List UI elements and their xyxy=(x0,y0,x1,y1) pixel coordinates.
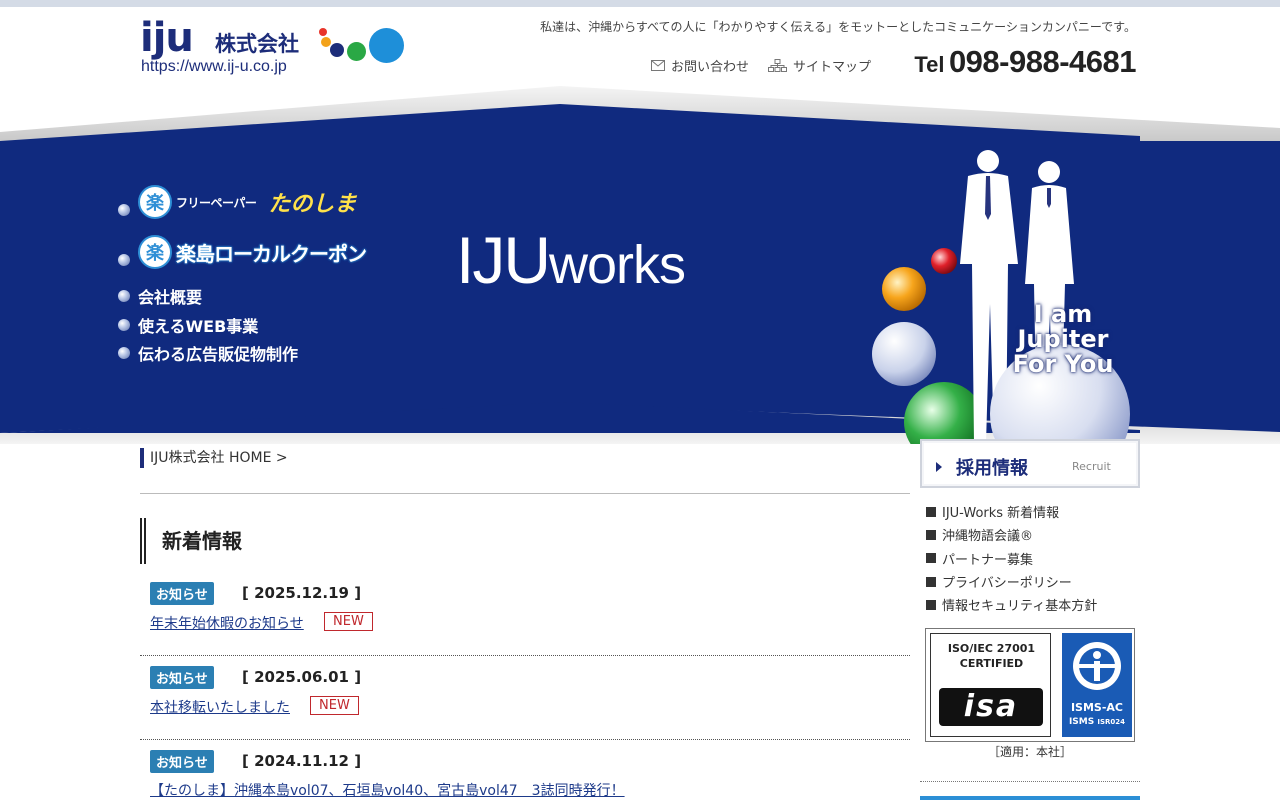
news-date: [ 2025.06.01 ] xyxy=(242,668,362,686)
sitemap-icon xyxy=(768,59,787,72)
sidebar-banner-edge[interactable] xyxy=(920,796,1140,800)
news-date: [ 2024.11.12 ] xyxy=(242,752,362,770)
new-badge: NEW xyxy=(324,612,373,631)
sitemap-label: サイトマップ xyxy=(793,60,872,75)
logo-dot-blue xyxy=(369,28,404,63)
square-bullet-icon xyxy=(926,553,936,564)
logo-dot-green xyxy=(347,42,366,61)
hero-link-coupon[interactable]: 楽 楽島ローカルクーポン xyxy=(118,235,367,269)
tanoshima-logo-icon: 楽 xyxy=(138,185,172,219)
sidebar-link-label: プライバシーポリシー xyxy=(942,576,1072,592)
tel-prefix: Tel xyxy=(914,52,945,77)
news-title-link[interactable]: 【たのしま】沖縄本島vol07、石垣島vol40、宮古島vol47 3誌同時発行… xyxy=(150,780,625,800)
top-border-highlight xyxy=(0,7,1280,8)
news-category-badge: お知らせ xyxy=(150,582,214,605)
bullet-icon xyxy=(118,319,130,331)
isms-ac-panel: ISMS-AC ISMS ISR024 xyxy=(1062,633,1132,737)
contact-label: お問い合わせ xyxy=(671,60,750,75)
hero-link-web[interactable]: 使えるWEB事業 xyxy=(118,313,258,337)
news-divider xyxy=(140,739,910,740)
square-bullet-icon xyxy=(926,529,936,540)
recruit-title: 採用情報 xyxy=(956,458,1028,479)
new-badge: NEW xyxy=(310,696,359,715)
slogan: I am Jupiter For You xyxy=(1000,302,1126,377)
works-ij: IJU xyxy=(456,223,551,297)
tagline: 私達は、沖縄からすべての人に「わかりやすく伝える」をモットーとしたコミュニケーシ… xyxy=(540,20,1136,34)
isms-label-2b: ISR024 xyxy=(1097,718,1126,726)
coupon-label: 楽島ローカルクーポン xyxy=(176,241,367,266)
square-bullet-icon xyxy=(926,599,936,610)
recruit-subtitle: Recruit xyxy=(1072,460,1111,473)
slogan-line-1: I am xyxy=(1033,300,1093,328)
isms-ac-mark-icon xyxy=(1073,642,1121,690)
site-logo[interactable]: iju 株式会社 https://www.ij-u.co.jp xyxy=(140,18,410,78)
hero-link-ads[interactable]: 伝わる広告販促物制作 xyxy=(118,341,298,365)
bullet-icon xyxy=(118,347,130,359)
sidebar-link-label: IJU-Works 新着情報 xyxy=(942,506,1060,522)
sidebar-link-security-policy[interactable]: 情報セキュリティ基本方針 xyxy=(926,593,1097,616)
hero-link-freepaper[interactable]: 楽 フリーペーパー たのしま xyxy=(118,185,356,219)
sidebar-divider xyxy=(920,781,1140,782)
sidebar-link-label: 沖縄物語会議® xyxy=(942,529,1034,545)
isms-label-1: ISMS-AC xyxy=(1070,701,1124,714)
sidebar-link-label: パートナー募集 xyxy=(942,552,1034,568)
contact-link[interactable]: お問い合わせ xyxy=(651,56,749,75)
sidebar-link-partner[interactable]: パートナー募集 xyxy=(926,547,1097,570)
news-date: [ 2025.12.19 ] xyxy=(242,584,362,602)
top-border xyxy=(0,0,1280,7)
slogan-line-3: For You xyxy=(1012,350,1114,378)
isms-certification-badge[interactable]: ISO/IEC 27001 CERTIFIED isa ISMS-AC ISMS… xyxy=(925,628,1135,742)
tanoshima-logo-icon: 楽 xyxy=(138,235,172,269)
square-bullet-icon xyxy=(926,576,936,587)
cert-scope-note: ［適用：本社］ xyxy=(987,745,1072,759)
logo-dot-red xyxy=(319,28,327,36)
hero-link-company[interactable]: 会社概要 xyxy=(118,284,202,308)
bullet-icon xyxy=(118,290,130,302)
slogan-line-2: Jupiter xyxy=(1017,325,1109,353)
sidebar-link-story-conference[interactable]: 沖縄物語会議® xyxy=(926,523,1097,546)
spheres-graphic xyxy=(872,150,1130,444)
tel-number: 098-988-4681 xyxy=(948,44,1137,79)
news-title-link[interactable]: 年末年始休暇のお知らせ xyxy=(150,613,304,633)
section-title: 新着情報 xyxy=(140,518,242,564)
news-title-link[interactable]: 本社移転いたしました xyxy=(150,697,290,717)
news-category-badge: お知らせ xyxy=(150,666,214,689)
logo-dot-orange xyxy=(321,37,331,47)
news-category-badge: お知らせ xyxy=(150,750,214,773)
bullet-icon xyxy=(118,204,130,216)
phone-number[interactable]: Tel 098-988-4681 xyxy=(914,44,1136,80)
sidebar-link-label: 情報セキュリティ基本方針 xyxy=(942,599,1098,615)
iju-works-logo: IJUworks xyxy=(456,222,686,298)
iso-cert-panel: ISO/IEC 27001 CERTIFIED isa xyxy=(930,633,1051,737)
hero-menu-label: 使えるWEB事業 xyxy=(138,317,259,336)
logo-mark: iju xyxy=(140,15,194,61)
works-text: works xyxy=(549,235,686,295)
freepaper-label: フリーペーパー xyxy=(176,195,257,210)
recruit-banner[interactable]: 採用情報 Recruit xyxy=(920,439,1140,488)
square-bullet-icon xyxy=(926,506,936,517)
tanoshima-label: たのしま xyxy=(268,192,357,217)
cert-line-2: CERTIFIED xyxy=(959,657,1024,670)
sidebar-links: IJU-Works 新着情報 沖縄物語会議® パートナー募集 プライバシーポリシ… xyxy=(926,500,1097,616)
news-divider xyxy=(140,655,910,656)
isms-label-2a: ISMS xyxy=(1068,717,1095,727)
hero-menu-label: 伝わる広告販促物制作 xyxy=(138,345,299,364)
sidebar-link-privacy[interactable]: プライバシーポリシー xyxy=(926,570,1097,593)
breadcrumb[interactable]: IJU株式会社 HOME > xyxy=(140,448,288,468)
arrow-right-icon xyxy=(936,462,942,472)
isms-label-2: ISMS ISR024 xyxy=(1062,717,1132,727)
logo-dot-navy xyxy=(330,43,344,57)
bullet-icon xyxy=(118,254,130,266)
hero-menu-label: 会社概要 xyxy=(138,288,203,307)
mail-icon xyxy=(651,60,665,71)
sidebar-link-works-news[interactable]: IJU-Works 新着情報 xyxy=(926,500,1097,523)
divider xyxy=(140,493,910,494)
logo-company: 株式会社 xyxy=(215,32,299,56)
sitemap-link[interactable]: サイトマップ xyxy=(768,56,871,75)
isa-logo: isa xyxy=(939,688,1043,726)
logo-url: https://www.ij-u.co.jp xyxy=(141,58,287,75)
cert-line-1: ISO/IEC 27001 xyxy=(947,642,1036,655)
